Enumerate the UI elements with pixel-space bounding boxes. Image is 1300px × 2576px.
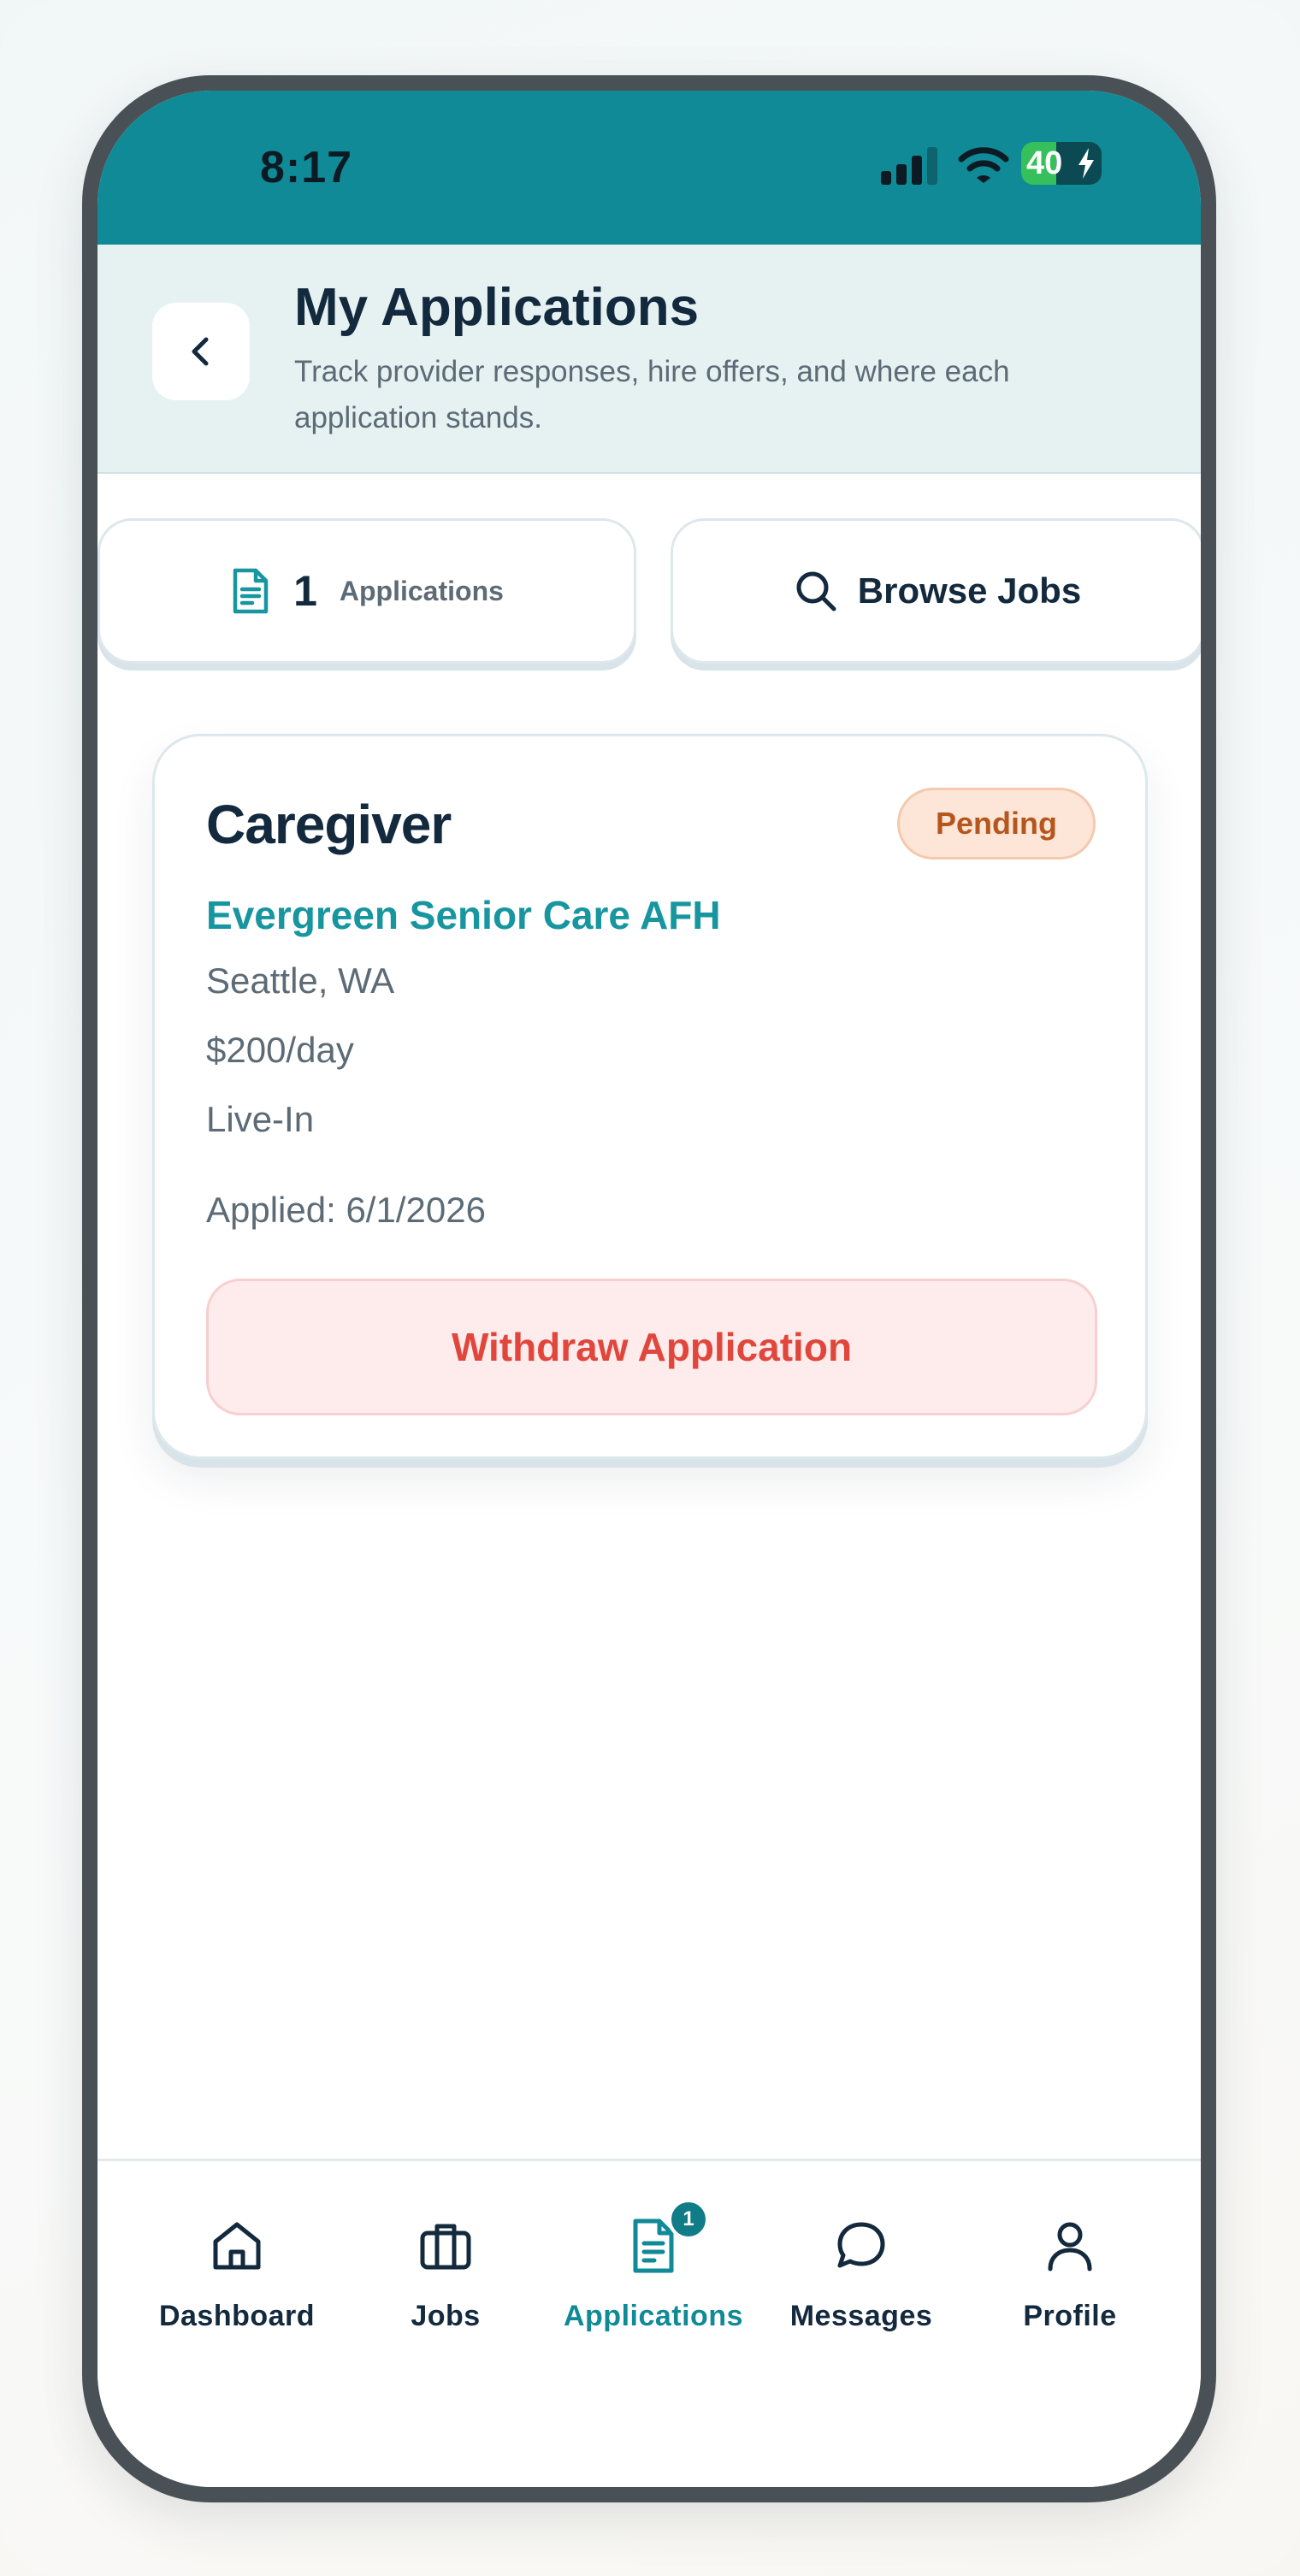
nav-item-applications[interactable]: 1 Applications (551, 2199, 756, 2375)
employer-name[interactable]: Evergreen Senior Care AFH (206, 892, 721, 938)
page-subtitle: Track provider responses, hire offers, a… (294, 355, 1010, 434)
applications-count: 1 (293, 567, 317, 615)
browse-jobs-label: Browse Jobs (857, 570, 1082, 611)
chevron-left-icon (192, 337, 209, 366)
nav-label-messages: Messages (789, 2300, 933, 2332)
job-location: Seattle, WA (206, 960, 395, 1001)
nav-item-jobs[interactable]: Jobs (343, 2204, 548, 2375)
wifi-icon (958, 147, 1009, 183)
applications-count-badge: 1 (668, 2199, 709, 2240)
search-icon (796, 571, 836, 612)
page-header: My Applications Track provider responses… (98, 245, 1201, 474)
nav-label-applications: Applications (563, 2300, 744, 2332)
nav-applications-icon-wrap: 1 (623, 2199, 709, 2276)
charging-bolt-icon (1078, 148, 1094, 179)
home-icon (213, 2222, 261, 2270)
app-screen: 8:17 40 My Applications Track provider r… (98, 91, 1201, 2487)
battery-icon: 40 (1021, 142, 1102, 185)
applications-count-label: Applications (339, 575, 504, 606)
phone-frame: 8:17 40 My Applications Track provider r… (82, 75, 1216, 2502)
job-schedule: Live-In (206, 1099, 315, 1139)
chat-bubble-icon (837, 2222, 885, 2268)
document-icon (233, 568, 269, 614)
status-bar: 8:17 40 (98, 91, 1201, 245)
status-time: 8:17 (260, 143, 353, 192)
withdraw-application-button[interactable]: Withdraw Application (206, 1279, 1097, 1415)
job-pay: $200/day (206, 1030, 354, 1070)
nav-label-dashboard: Dashboard (158, 2300, 316, 2332)
applied-date: Applied: 6/1/2026 (206, 1190, 486, 1230)
nav-label-profile: Profile (1023, 2300, 1117, 2332)
bottom-navigation: Dashboard Jobs 1 Applications Messages P… (98, 2159, 1201, 2487)
cellular-signal-icon (881, 147, 941, 185)
nav-label-jobs: Jobs (411, 2300, 481, 2332)
application-card[interactable]: Caregiver Pending Evergreen Senior Care … (152, 734, 1148, 1459)
back-button[interactable] (152, 303, 250, 400)
briefcase-icon (420, 2224, 471, 2270)
page-title: My Applications (294, 278, 700, 337)
status-badge: Pending (897, 788, 1096, 860)
applications-count-card[interactable]: 1 Applications (98, 518, 636, 664)
nav-item-dashboard[interactable]: Dashboard (134, 2204, 340, 2375)
user-icon (1048, 2222, 1092, 2272)
job-title: Caregiver (206, 794, 452, 855)
nav-item-profile[interactable]: Profile (967, 2204, 1173, 2375)
battery-level: 40 (1026, 145, 1063, 181)
browse-jobs-button[interactable]: Browse Jobs (671, 518, 1201, 664)
nav-item-messages[interactable]: Messages (759, 2204, 964, 2375)
